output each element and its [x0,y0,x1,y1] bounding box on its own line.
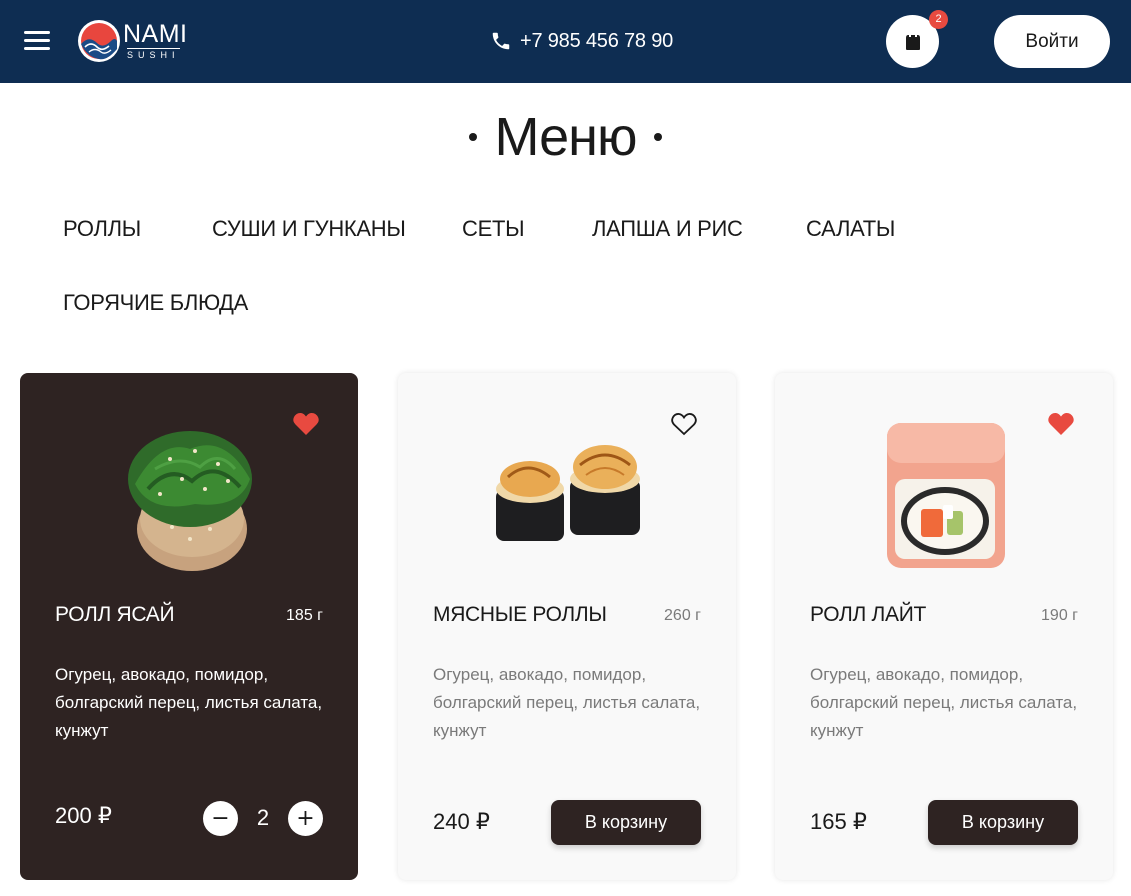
add-to-cart-button[interactable]: В корзину [551,800,701,845]
category-salads[interactable]: САЛАТЫ [806,216,895,242]
logo-wordmark: NAMI [123,20,188,48]
category-noodles-rice[interactable]: ЛАПША И РИС [592,216,743,242]
product-card: РОЛЛ ЛАЙТ 190 г Огурец, авокадо, помидор… [775,373,1113,880]
logo-wave-icon [78,20,120,62]
page-title-block: Меню [0,100,1131,174]
product-name: РОЛЛ ЯСАЙ [55,603,175,626]
product-description: Огурец, авокадо, помидор, болгарский пер… [810,665,1078,740]
category-sets[interactable]: СЕТЫ [462,216,525,242]
title-dot-left [468,133,477,141]
category-sushi-gunkan[interactable]: СУШИ И ГУНКАНЫ [212,216,406,242]
phone-number: +7 985 456 78 90 [520,29,674,52]
product-weight: 185 г [286,607,323,624]
product-weight: 190 г [1041,607,1078,624]
top-header: NAMI SUSHI +7 985 456 78 90 2 Войти [0,0,1131,83]
product-description: Огурец, авокадо, помидор, болгарский пер… [433,665,701,740]
hamburger-menu-icon[interactable] [24,29,52,51]
heart-outline-icon[interactable] [670,411,698,437]
product-name: РОЛЛ ЛАЙТ [810,603,927,626]
product-image [887,423,1005,568]
category-rolls[interactable]: РОЛЛЫ [63,216,141,242]
add-to-cart-button[interactable]: В корзину [928,800,1078,845]
shopping-bag-icon [905,34,920,50]
product-name: МЯСНЫЕ РОЛЛЫ [433,603,607,626]
logo[interactable]: NAMI SUSHI [77,17,187,65]
increase-quantity-button[interactable]: + [288,800,323,836]
product-card: РОЛЛ ЯСАЙ 185 г Огурец, авокадо, помидор… [20,373,358,880]
product-price: 240 ₽ [433,809,490,834]
heart-icon[interactable] [292,411,320,437]
product-description: Огурец, авокадо, помидор, болгарский пер… [55,665,323,740]
phone-link[interactable]: +7 985 456 78 90 [490,28,673,54]
quantity-value: 2 [256,805,270,830]
logo-subtitle: SUSHI [127,48,180,60]
cart-count-badge: 2 [929,10,948,29]
product-price: 165 ₽ [810,809,867,834]
product-image [496,445,640,541]
category-hot-dishes[interactable]: ГОРЯЧИЕ БЛЮДА [63,290,248,316]
login-button[interactable]: Войти [994,15,1110,68]
quantity-stepper: − 2 + [203,800,323,836]
title-dot-right [654,133,663,141]
heart-icon[interactable] [1047,411,1075,437]
page-title: Меню [494,107,638,167]
product-card: МЯСНЫЕ РОЛЛЫ 260 г Огурец, авокадо, поми… [398,373,736,880]
decrease-quantity-button[interactable]: − [203,800,238,836]
product-price: 200 ₽ [55,803,112,828]
product-weight: 260 г [664,607,701,624]
product-image [128,431,252,571]
phone-icon [492,32,510,50]
